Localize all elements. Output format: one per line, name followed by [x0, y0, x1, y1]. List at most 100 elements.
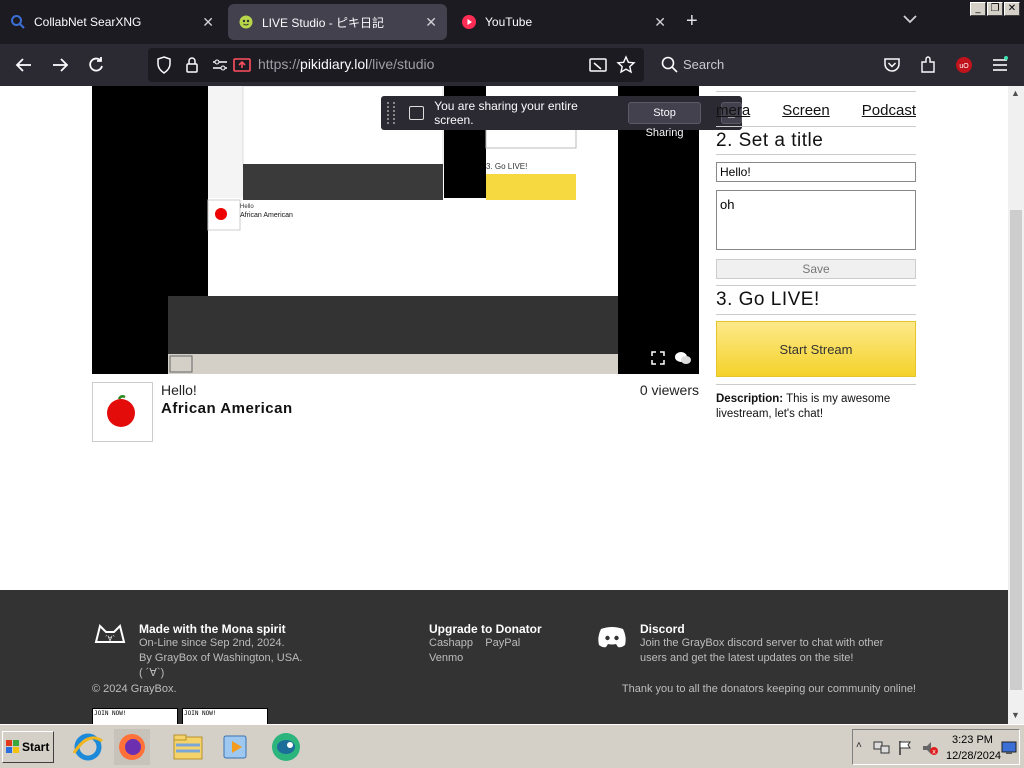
- join-now-banner[interactable]: JOIN NOW!: [182, 708, 268, 724]
- forward-arrow-icon[interactable]: [50, 55, 70, 75]
- start-button[interactable]: Start: [2, 731, 54, 763]
- source-selector: mera Screen Podcast: [716, 102, 916, 119]
- paypal-link[interactable]: PayPal: [485, 637, 520, 649]
- windows-logo-icon: [6, 740, 19, 753]
- pocket-icon[interactable]: [882, 55, 902, 75]
- close-tab-icon[interactable]: ✕: [202, 14, 214, 31]
- divider: [716, 126, 916, 127]
- drag-handle-icon[interactable]: [387, 102, 395, 124]
- close-tab-icon[interactable]: ✕: [425, 14, 437, 31]
- screen-share-indicator-icon[interactable]: [232, 55, 252, 75]
- discord-section: Discord Join the GrayBox discord server …: [640, 622, 910, 666]
- bookmark-star-icon[interactable]: [616, 55, 636, 75]
- stream-category: African American: [161, 400, 293, 417]
- mona-title: Made with the Mona spirit: [139, 622, 286, 636]
- search-icon: [661, 56, 678, 73]
- fullscreen-icon[interactable]: [650, 350, 666, 366]
- start-stream-button[interactable]: Start Stream: [716, 321, 916, 377]
- mona-line: By GrayBox of Washington, USA.: [139, 652, 303, 664]
- donator-thanks: Thank you to all the donators keeping ou…: [621, 683, 916, 695]
- browser-nav-bar: uO: [0, 44, 1024, 126]
- restore-window-button[interactable]: ❐: [987, 2, 1003, 16]
- volume-muted-icon[interactable]: x: [921, 740, 939, 756]
- description-label: Description:: [716, 393, 784, 405]
- url-path: /live/studio: [368, 56, 435, 72]
- show-desktop-icon[interactable]: [1001, 741, 1017, 755]
- search-placeholder[interactable]: Search: [683, 57, 724, 72]
- svg-text:African American: African American: [240, 212, 293, 219]
- scroll-thumb[interactable]: [1010, 210, 1022, 690]
- media-player-icon[interactable]: [218, 729, 254, 765]
- screen-share-icon: [408, 106, 425, 120]
- shield-icon[interactable]: [154, 55, 174, 75]
- step-3-heading: 3. Go LIVE!: [716, 289, 820, 310]
- window-controls: _ ❐ ✕: [970, 2, 1020, 16]
- mona-cat-icon: ´∀`: [94, 624, 126, 643]
- new-tab-button[interactable]: +: [686, 10, 698, 32]
- minimize-window-button[interactable]: _: [970, 2, 986, 16]
- clock-date[interactable]: 12/28/2024: [946, 750, 1001, 762]
- tomato-avatar-icon: [107, 395, 135, 427]
- stream-description-input[interactable]: oh: [716, 190, 916, 250]
- scroll-up-icon[interactable]: ▲: [1011, 88, 1020, 98]
- extensions-icon[interactable]: [918, 55, 938, 75]
- svg-text:3. Go LIVE!: 3. Go LIVE!: [486, 162, 527, 171]
- stream-title-input[interactable]: [716, 162, 916, 182]
- clock-time[interactable]: 3:23 PM: [952, 734, 993, 746]
- lock-icon[interactable]: [182, 55, 202, 75]
- action-center-flag-icon[interactable]: [897, 740, 913, 756]
- close-tab-icon[interactable]: ✕: [654, 14, 666, 31]
- donator-section: Upgrade to Donator Cashapp PayPal Venmo: [429, 622, 542, 666]
- chevron-down-icon[interactable]: [903, 14, 917, 24]
- menu-icon[interactable]: [990, 55, 1010, 75]
- show-hidden-icons-icon[interactable]: ˄: [856, 740, 862, 751]
- url-text[interactable]: https://pikidiary.lol/live/studio: [258, 56, 434, 72]
- save-button[interactable]: Save: [716, 259, 916, 279]
- divider: [716, 91, 916, 92]
- page-scrollbar[interactable]: ▲ ▼: [1008, 86, 1024, 724]
- venmo-link[interactable]: Venmo: [429, 651, 542, 666]
- source-screen-link[interactable]: Screen: [782, 102, 830, 119]
- messenger-icon[interactable]: [268, 729, 304, 765]
- picture-in-picture-icon[interactable]: [588, 55, 608, 75]
- divider: [716, 384, 916, 385]
- start-label: Start: [22, 740, 50, 754]
- donator-title: Upgrade to Donator: [429, 622, 542, 636]
- chat-popout-icon[interactable]: [674, 350, 692, 366]
- network-icon[interactable]: [873, 740, 891, 756]
- tab-searxng[interactable]: CollabNet SearXNG ✕: [0, 4, 224, 40]
- scroll-down-icon[interactable]: ▼: [1011, 710, 1020, 720]
- tab-title: LIVE Studio - ピキ日記: [262, 15, 385, 30]
- source-camera-link[interactable]: mera: [716, 102, 750, 119]
- stop-sharing-button[interactable]: Stop Sharing: [628, 102, 701, 139]
- internet-explorer-icon[interactable]: [70, 729, 106, 765]
- back-arrow-icon[interactable]: [14, 55, 34, 75]
- join-now-banner[interactable]: JOIN NOW!: [92, 708, 178, 724]
- url-scheme: https://: [258, 56, 301, 72]
- footer-banners: JOIN NOW! JOIN NOW!: [92, 708, 268, 724]
- close-window-button[interactable]: ✕: [1004, 2, 1020, 16]
- viewer-count: 0 viewers: [639, 382, 699, 398]
- ublock-origin-icon[interactable]: uO: [954, 55, 974, 75]
- tab-title: YouTube: [485, 15, 533, 29]
- discord-title[interactable]: Discord: [640, 622, 910, 636]
- copyright: © 2024 GrayBox.: [92, 683, 177, 695]
- mona-section: Made with the Mona spirit On-Line since …: [139, 622, 302, 681]
- firefox-icon[interactable]: [114, 729, 150, 765]
- discord-text: Join the GrayBox discord server to chat …: [640, 637, 884, 664]
- svg-text:Hello: Hello: [240, 204, 254, 210]
- discord-icon: [598, 627, 626, 648]
- browser-tab-bar: CollabNet SearXNG ✕ LIVE Studio - ピキ日記 ✕…: [0, 0, 1024, 44]
- reload-icon[interactable]: [86, 55, 106, 75]
- windows-taskbar: Start ˄ x 3:23 PM 12/28/2024: [0, 724, 1024, 768]
- step-2-heading: 2. Set a title: [716, 130, 824, 151]
- avatar[interactable]: [92, 382, 153, 442]
- sharing-message: You are sharing your entire screen.: [434, 99, 578, 127]
- permissions-icon[interactable]: [210, 55, 230, 75]
- source-podcast-link[interactable]: Podcast: [862, 102, 916, 119]
- page-content: 3. Go LIVE! Hello African American You a…: [0, 86, 1008, 724]
- cashapp-link[interactable]: Cashapp: [429, 637, 473, 649]
- tab-live-studio[interactable]: LIVE Studio - ピキ日記 ✕: [228, 4, 447, 40]
- file-explorer-icon[interactable]: [170, 729, 206, 765]
- tab-youtube[interactable]: YouTube ✕: [451, 4, 676, 40]
